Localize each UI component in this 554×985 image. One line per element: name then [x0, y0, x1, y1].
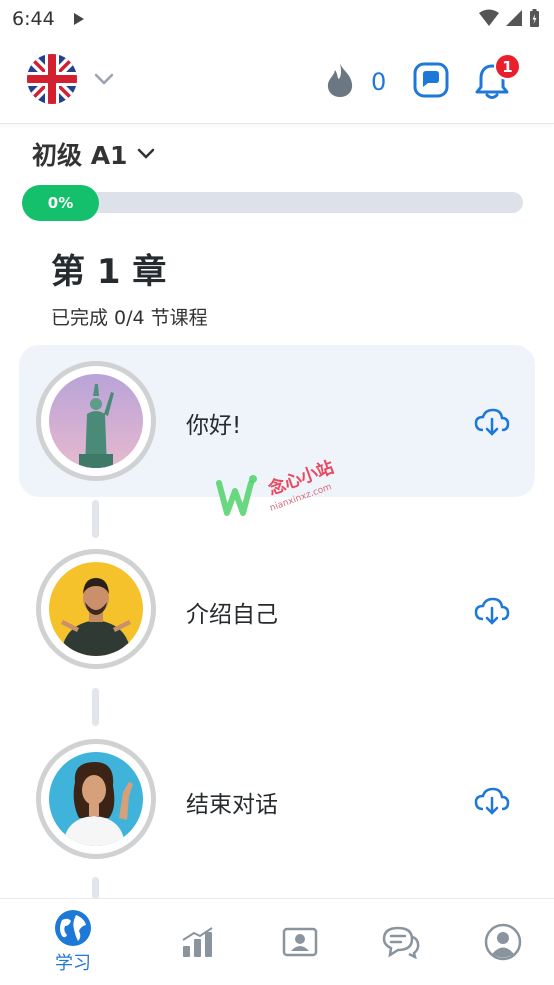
bottom-navigation: 学习 [0, 898, 554, 985]
chapter-progress-text: 已完成 0/4 节课程 [51, 307, 208, 329]
community-chat-icon [382, 926, 420, 959]
nav-progress[interactable] [143, 899, 253, 985]
notification-badge: 1 [494, 53, 521, 80]
top-app-bar: 0 1 [0, 40, 554, 124]
user-avatar-icon [484, 923, 522, 961]
chevron-down-icon [138, 148, 155, 159]
man-pointing-image [49, 562, 143, 656]
cloud-download-icon[interactable] [474, 597, 510, 629]
lesson-item[interactable] [36, 549, 156, 669]
nav-profile-card[interactable] [245, 899, 355, 985]
lesson-item[interactable] [36, 361, 156, 481]
nav-community[interactable] [346, 899, 456, 985]
nav-account[interactable] [448, 899, 554, 985]
nav-learn[interactable]: 学习 [18, 899, 128, 985]
lesson-title[interactable]: 结束对话 [186, 785, 278, 819]
cloud-download-icon[interactable] [474, 787, 510, 819]
lesson-item[interactable] [36, 739, 156, 859]
lesson-title[interactable]: 介绍自己 [186, 595, 278, 629]
battery-icon [530, 9, 539, 27]
woman-waving-image [49, 752, 143, 846]
watermark-logo: 念心小站 nianxinxz.com [213, 455, 353, 539]
cloud-download-icon[interactable] [474, 408, 510, 440]
media-play-icon [73, 11, 85, 30]
streak-count: 0 [371, 68, 387, 96]
level-selector[interactable]: 初级 A1 [32, 136, 155, 172]
statue-of-liberty-image [49, 374, 143, 468]
signal-icon [506, 10, 522, 26]
lesson-connector [92, 500, 99, 538]
uk-flag-icon[interactable] [27, 54, 77, 104]
chat-bubble-icon[interactable] [413, 62, 449, 98]
status-icons [479, 8, 540, 28]
wifi-icon [479, 9, 499, 26]
globe-icon [55, 910, 91, 946]
chevron-down-icon[interactable] [94, 70, 114, 89]
status-time: 6:44 [12, 8, 55, 30]
chapter-title: 第 1 章 [51, 252, 167, 292]
lesson-title[interactable]: 你好! [186, 406, 241, 440]
nav-learn-label: 学习 [55, 953, 91, 974]
level-progress-pill: 0% [22, 185, 99, 221]
lesson-connector [92, 688, 99, 726]
profile-card-icon [282, 927, 318, 957]
level-label: 初级 A1 [32, 141, 128, 170]
chart-icon [182, 927, 213, 957]
lesson-connector [92, 877, 99, 899]
flame-icon[interactable] [325, 62, 355, 102]
